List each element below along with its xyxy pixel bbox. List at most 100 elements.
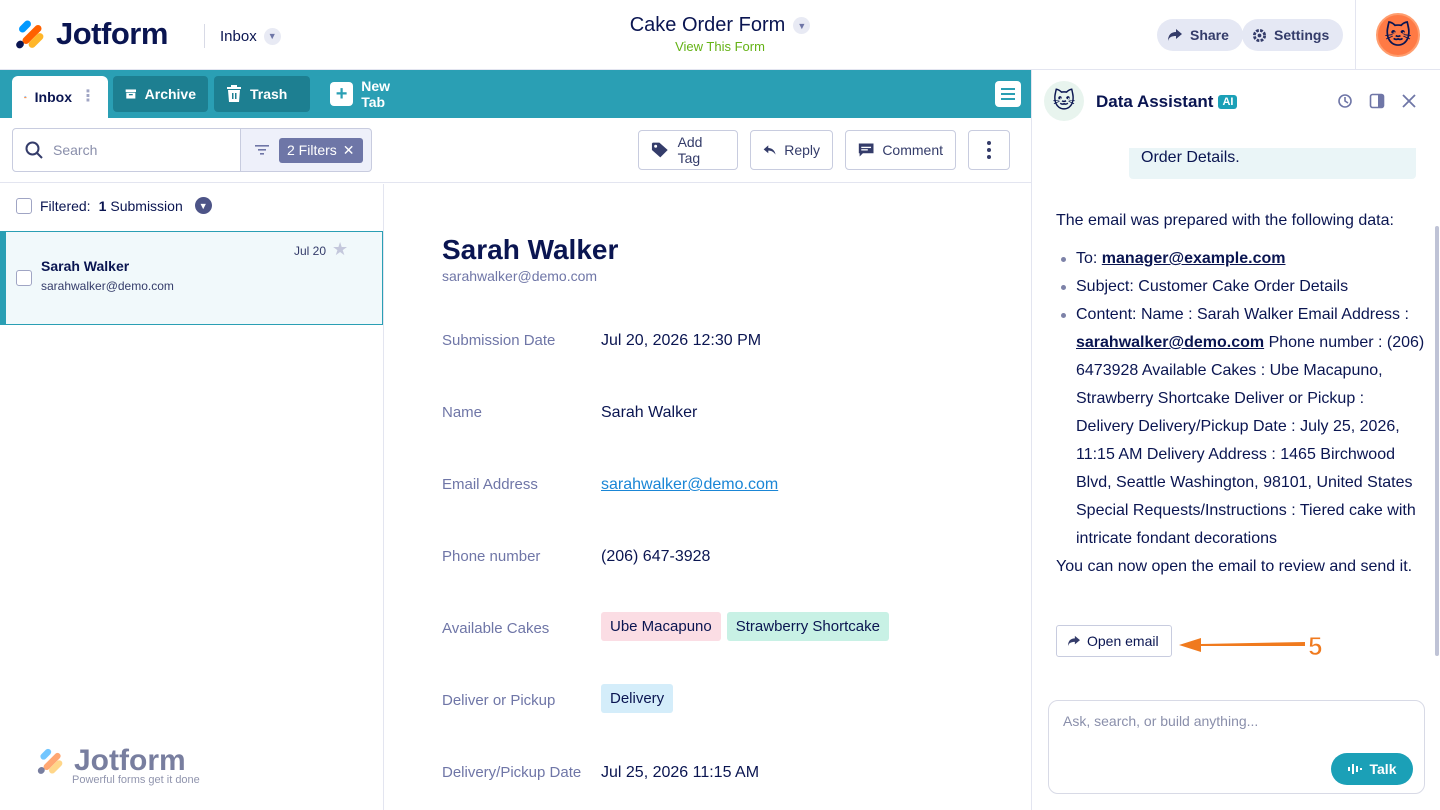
star-icon[interactable]: ★: [332, 239, 348, 260]
field-label: Submission Date: [442, 332, 556, 349]
field-value: Delivery: [601, 684, 679, 713]
subject-value: Customer Cake Order Details: [1138, 278, 1349, 295]
history-icon[interactable]: [1336, 92, 1354, 110]
select-all-checkbox[interactable]: [16, 197, 32, 214]
email-data-list: To: manager@example.com Subject: Custome…: [1056, 245, 1426, 553]
tag-chip: Ube Macapuno: [601, 612, 721, 641]
data-assistant-panel: 🐱 Data Assistant AI Order Details. The e…: [1031, 70, 1440, 810]
field-value: Ube Macapuno Strawberry Shortcake: [601, 612, 895, 641]
chat-input-box: Talk: [1048, 700, 1425, 794]
settings-label: Settings: [1274, 27, 1330, 43]
drag-handle-icon[interactable]: ⋮: [80, 89, 96, 105]
field-value: Sarah Walker: [601, 404, 698, 421]
field-label: Delivery/Pickup Date: [442, 764, 582, 781]
search-icon: [25, 141, 43, 159]
field-value: (206) 647-3928: [601, 548, 711, 565]
tab-trash[interactable]: Trash: [214, 76, 310, 112]
field-label: Deliver or Pickup: [442, 692, 556, 709]
assistant-title: Data Assistant AI: [1096, 92, 1238, 112]
tag-chip: Delivery: [601, 684, 674, 713]
reply-label: Reply: [784, 142, 820, 158]
assistant-message: The email was prepared with the followin…: [1056, 207, 1426, 581]
filtered-summary: Filtered: 1 Submission ▼: [16, 197, 212, 214]
chevron-down-icon: ▼: [793, 17, 811, 34]
tab-menu-icon[interactable]: [995, 81, 1021, 107]
tag-icon: [651, 142, 668, 158]
tab-label: New Tab: [361, 78, 391, 110]
panel-toggle-icon[interactable]: [1368, 92, 1386, 110]
assistant-header: 🐱 Data Assistant AI: [1032, 70, 1440, 132]
filtered-prefix: Filtered:: [40, 197, 91, 214]
ai-badge: AI: [1218, 95, 1238, 109]
field-value: Jul 20, 2026 12:30 PM: [601, 332, 762, 349]
filters-chip-label: 2 Filters: [287, 142, 337, 158]
open-email-button[interactable]: Open email: [1056, 625, 1172, 657]
user-message-bubble: Order Details.: [1129, 148, 1416, 179]
share-icon: [1068, 635, 1080, 647]
talk-button[interactable]: Talk: [1331, 753, 1413, 785]
assistant-avatar: 🐱: [1044, 81, 1084, 121]
new-tab-button[interactable]: + New Tab: [318, 76, 428, 112]
comment-icon: [858, 143, 874, 157]
subject-label: Subject:: [1076, 278, 1134, 295]
submission-detail: Sarah Walker sarahwalker@demo.com Submis…: [384, 184, 1031, 810]
watermark-brand: Jotform: [74, 744, 186, 777]
field-label: Name: [442, 404, 483, 421]
reply-button[interactable]: Reply: [750, 130, 833, 170]
close-icon[interactable]: ✕: [343, 142, 355, 159]
chevron-down-icon[interactable]: ▼: [194, 197, 212, 214]
share-button[interactable]: Share: [1157, 19, 1243, 51]
form-title-dropdown[interactable]: Cake Order Form ▼: [630, 14, 811, 37]
top-bar: Jotform Inbox ▼ Cake Order Form ▼ View T…: [0, 0, 1440, 70]
field-label: Phone number: [442, 548, 541, 565]
open-email-label: Open email: [1087, 633, 1159, 649]
gear-icon: [1252, 28, 1267, 42]
comment-button[interactable]: Comment: [845, 130, 956, 170]
to-label: To:: [1076, 250, 1098, 267]
user-message-text: Order Details.: [1141, 149, 1240, 166]
share-label: Share: [1190, 27, 1229, 43]
field-label: Email Address: [442, 476, 538, 493]
settings-button[interactable]: Settings: [1242, 19, 1344, 51]
filter-box[interactable]: 2 Filters ✕: [240, 128, 372, 172]
tab-inbox[interactable]: Inbox ⋮: [12, 76, 108, 118]
assistant-intro: The email was prepared with the followin…: [1056, 212, 1394, 229]
assistant-title-text: Data Assistant: [1096, 92, 1214, 111]
submission-list: Filtered: 1 Submission ▼ Sarah Walker sa…: [0, 184, 384, 810]
plus-icon: +: [330, 82, 354, 106]
inbox-tab-bar: Inbox ⋮ Archive Trash + New Tab: [0, 70, 1031, 118]
tag-chip: Strawberry Shortcake: [726, 612, 889, 641]
filter-icon: [255, 145, 269, 155]
to-email-link[interactable]: manager@example.com: [1102, 250, 1286, 267]
content-email-link[interactable]: sarahwalker@demo.com: [1076, 334, 1264, 351]
list-item-name: Sarah Walker: [41, 258, 130, 274]
tab-label: Trash: [250, 86, 288, 102]
share-icon: [1168, 29, 1182, 41]
content-part2: Phone number : (206) 6473928 Available C…: [1076, 334, 1425, 547]
form-title: Cake Order Form: [629, 14, 786, 36]
chat-input[interactable]: [1063, 713, 1403, 743]
tab-archive[interactable]: Archive: [113, 76, 208, 112]
email-link[interactable]: sarahwalker@demo.com: [601, 476, 778, 493]
list-item[interactable]: Sarah Walker sarahwalker@demo.com Jul 20…: [0, 231, 383, 325]
list-item: Subject: Customer Cake Order Details: [1056, 273, 1426, 301]
list-item-date: Jul 20: [294, 244, 327, 258]
add-tag-button[interactable]: Add Tag: [638, 130, 738, 170]
more-options-icon[interactable]: [968, 130, 1010, 170]
field-value: Jul 25, 2026 11:15 AM: [601, 764, 760, 781]
filters-chip[interactable]: 2 Filters ✕: [279, 137, 363, 163]
talk-label: Talk: [1369, 761, 1397, 777]
close-icon[interactable]: [1400, 92, 1418, 110]
submitter-name: Sarah Walker: [442, 234, 619, 265]
list-item-email: sarahwalker@demo.com: [41, 279, 174, 293]
scrollbar[interactable]: [1435, 226, 1439, 656]
inbox-icon: [24, 95, 27, 99]
reply-icon: [763, 145, 776, 155]
tab-label: Archive: [144, 86, 196, 102]
comment-label: Comment: [882, 142, 943, 158]
submitter-email: sarahwalker@demo.com: [442, 268, 598, 284]
user-avatar[interactable]: 🐱: [1376, 13, 1420, 57]
watermark-tagline: Powerful forms get it done: [72, 774, 200, 786]
search-input[interactable]: [53, 142, 223, 158]
row-checkbox[interactable]: [16, 270, 32, 286]
